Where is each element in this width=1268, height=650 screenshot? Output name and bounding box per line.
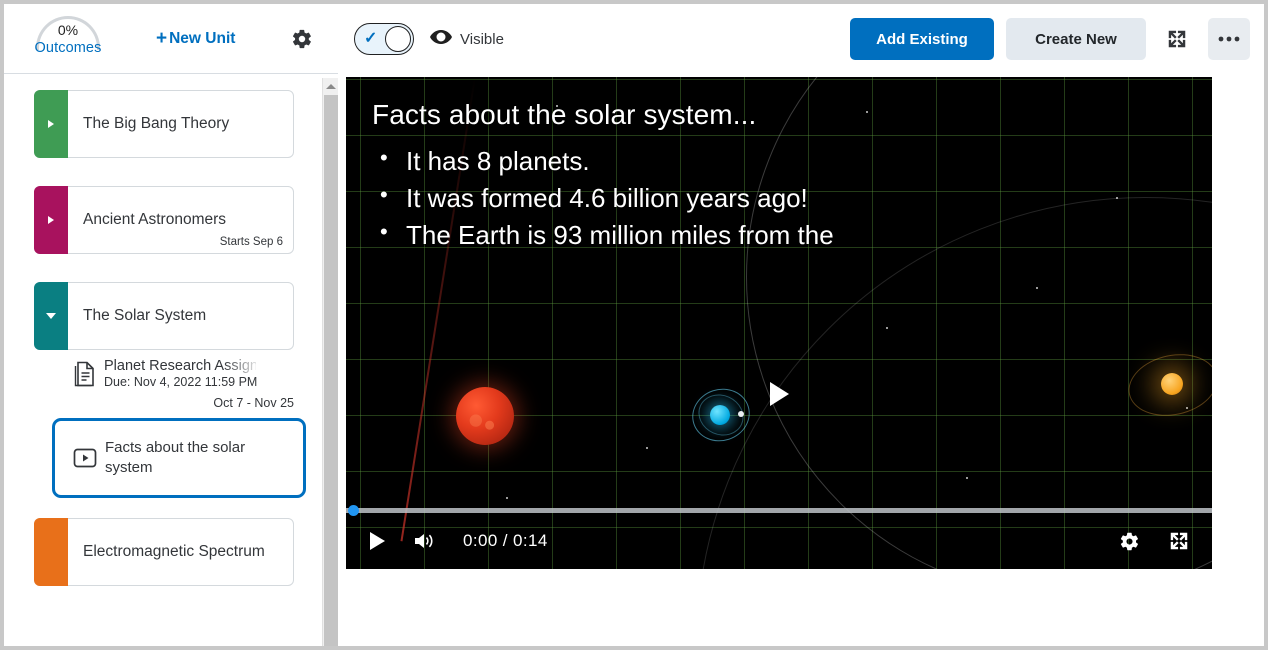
topic-card-facts-about-the-solar-system[interactable]: Facts about the solar system — [52, 418, 306, 498]
earth-planet — [710, 405, 730, 425]
assignment-row[interactable]: Planet Research Assignment Due: Nov 4, 2… — [66, 358, 294, 412]
assignment-title: Planet Research Assignment — [104, 358, 256, 374]
toggle-knob[interactable] — [385, 26, 411, 52]
expand-all-icon[interactable] — [1156, 18, 1198, 60]
unit-card-big-bang[interactable]: The Big Bang Theory — [34, 90, 294, 158]
video-player[interactable]: Facts about the solar system... It has 8… — [346, 77, 1212, 569]
star — [886, 327, 888, 329]
center-play-button[interactable] — [770, 382, 789, 406]
outcomes-label: Outcomes — [34, 39, 102, 56]
outcomes-progress[interactable]: 0% Outcomes — [16, 8, 120, 70]
main-content-panel: ✓ Visible Add Existing Create New Facts … — [338, 4, 1264, 646]
caption-title: Facts about the solar system... — [372, 99, 757, 130]
application-window: 0% Outcomes + New Unit The Big Bang Theo… — [4, 4, 1264, 646]
visibility-toggle[interactable]: ✓ — [354, 23, 414, 55]
unit-title: The Big Bang Theory — [83, 115, 230, 132]
check-icon: ✓ — [364, 30, 378, 47]
caption-bullet: The Earth is 93 million miles from the — [372, 216, 1172, 254]
topic-title: Facts about the solar system — [105, 438, 246, 476]
unit-card-ancient-astronomers[interactable]: Ancient Astronomers Starts Sep 6 — [34, 186, 294, 254]
scroll-up-icon[interactable] — [323, 78, 339, 94]
unit-color-bar — [34, 518, 68, 586]
chevron-right-icon[interactable] — [48, 216, 54, 224]
chevron-down-icon[interactable] — [46, 313, 56, 319]
add-existing-button[interactable]: Add Existing — [850, 18, 994, 60]
mars-planet — [456, 387, 514, 445]
visibility-status: Visible — [430, 29, 504, 49]
unit-title: Ancient Astronomers — [83, 211, 227, 228]
moon — [738, 411, 744, 417]
video-settings-gear-icon[interactable] — [1119, 531, 1140, 552]
star — [966, 477, 968, 479]
caption-bullet-list: It has 8 planets. It was formed 4.6 bill… — [372, 142, 1172, 254]
assignment-due-date: Due: Nov 4, 2022 11:59 PM — [104, 375, 258, 389]
sidebar-header: 0% Outcomes + New Unit — [4, 4, 338, 74]
unit-title: Electromagnetic Spectrum — [83, 543, 265, 560]
more-actions-button[interactable] — [1208, 18, 1250, 60]
scrollbar-thumb[interactable] — [324, 95, 338, 646]
content-toolbar: ✓ Visible Add Existing Create New — [338, 4, 1264, 74]
unit-list: The Big Bang Theory Ancient Astronomers … — [4, 74, 338, 646]
play-button[interactable] — [370, 532, 385, 550]
sun — [1161, 373, 1183, 395]
unit-color-bar — [34, 282, 68, 350]
visible-label: Visible — [460, 30, 504, 48]
video-controls: 0:00 / 0:14 — [346, 513, 1212, 569]
assignment-date-range: Oct 7 - Nov 25 — [213, 396, 294, 410]
create-new-button[interactable]: Create New — [1006, 18, 1146, 60]
star — [1036, 287, 1038, 289]
unit-card-solar-system[interactable]: The Solar System — [34, 282, 294, 350]
gear-icon[interactable] — [289, 26, 315, 52]
unit-color-bar — [34, 186, 68, 254]
star — [506, 497, 508, 499]
caption-bullet: It was formed 4.6 billion years ago! — [372, 179, 1172, 217]
course-content-sidebar: 0% Outcomes + New Unit The Big Bang Theo… — [4, 4, 343, 646]
chevron-right-icon[interactable] — [48, 120, 54, 128]
unit-color-bar — [34, 90, 68, 158]
new-unit-button[interactable]: + New Unit — [156, 29, 235, 48]
video-fullscreen-icon[interactable] — [1168, 530, 1190, 552]
video-caption: Facts about the solar system... It has 8… — [372, 99, 1172, 254]
outcomes-percent: 0% — [57, 21, 79, 38]
video-icon — [73, 447, 97, 469]
unit-card-electromagnetic-spectrum[interactable]: Electromagnetic Spectrum — [34, 518, 294, 586]
eye-icon — [430, 29, 452, 49]
volume-icon[interactable] — [413, 531, 435, 551]
unit-title: The Solar System — [83, 307, 207, 324]
unit-start-date: Starts Sep 6 — [219, 236, 283, 248]
time-display: 0:00 / 0:14 — [463, 531, 548, 550]
plus-icon: + — [156, 28, 168, 49]
sidebar-scrollbar[interactable] — [322, 78, 339, 646]
caption-bullet: It has 8 planets. — [372, 142, 1172, 180]
new-unit-label: New Unit — [169, 29, 236, 47]
star — [646, 447, 648, 449]
document-icon — [72, 360, 98, 388]
